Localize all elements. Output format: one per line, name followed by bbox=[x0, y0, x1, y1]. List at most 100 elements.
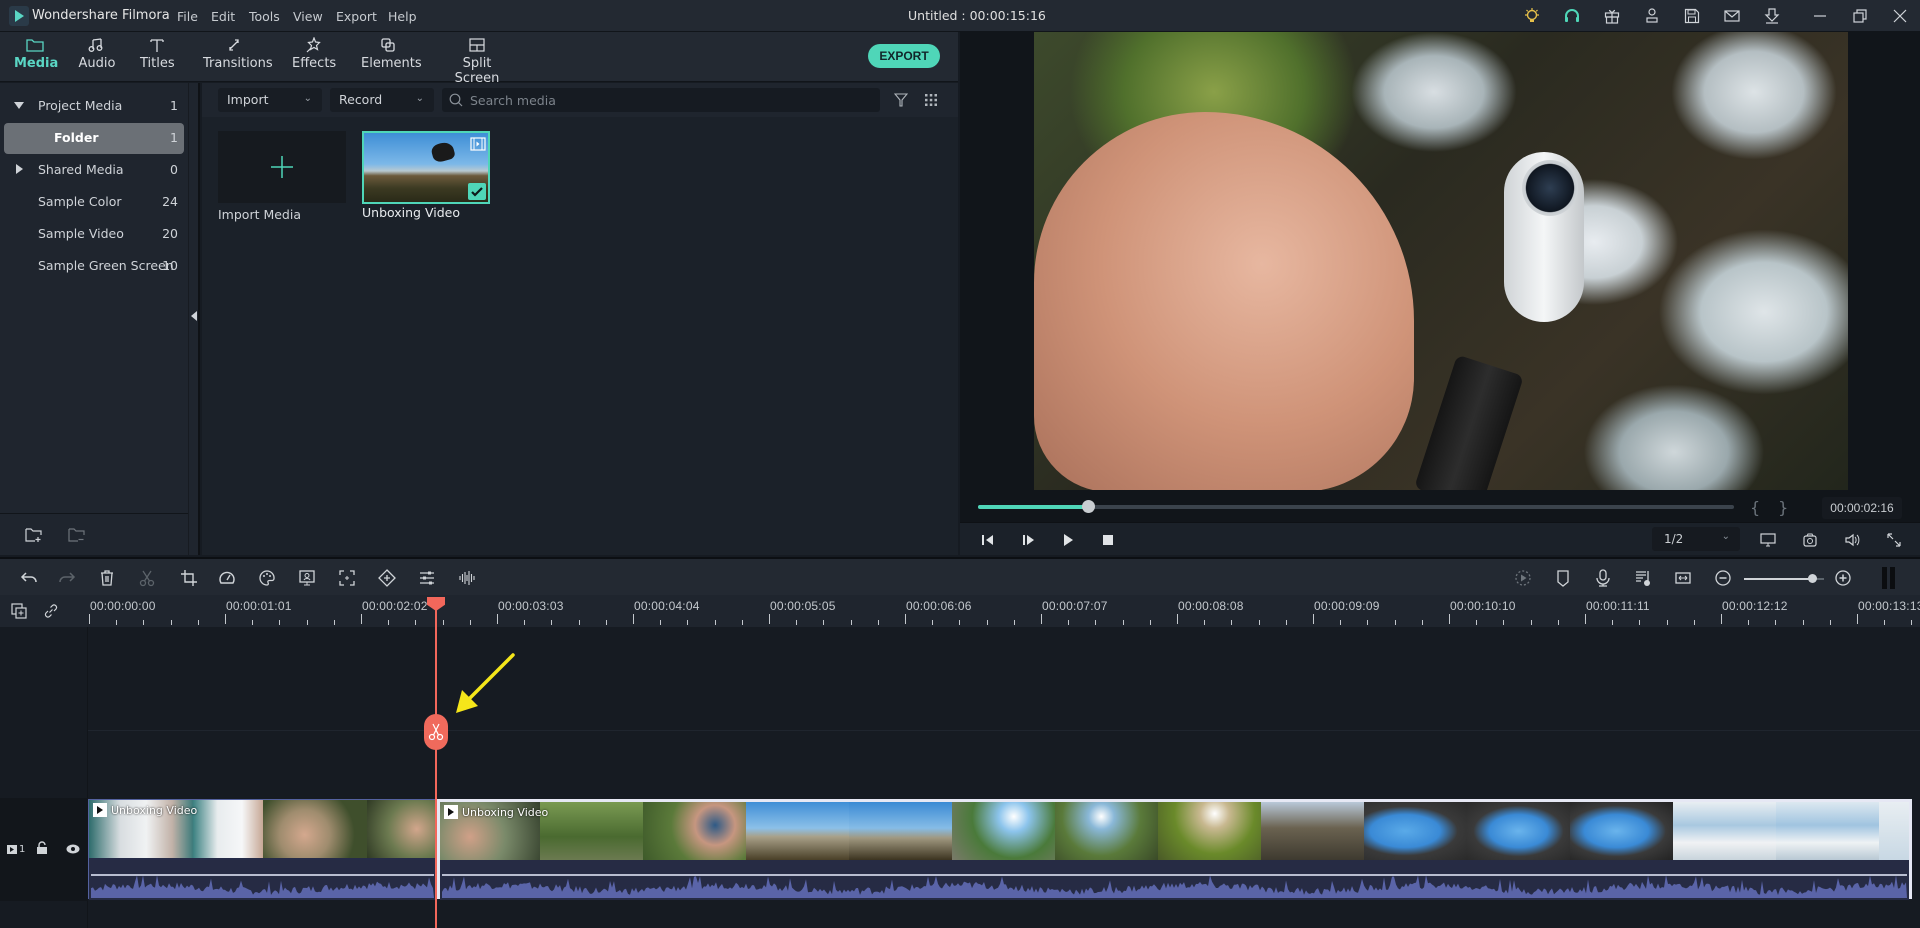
ruler-tick bbox=[279, 620, 281, 625]
menu-file[interactable]: File bbox=[177, 9, 198, 24]
support-headset-icon[interactable] bbox=[1562, 6, 1582, 26]
timeline-clip-1[interactable]: Unboxing Video bbox=[88, 799, 437, 900]
sidebar-item-project-media[interactable]: Project Media 1 bbox=[4, 91, 184, 121]
panel-divider-handle[interactable] bbox=[1882, 567, 1896, 589]
render-preview-icon[interactable] bbox=[1514, 569, 1532, 587]
playhead-line[interactable] bbox=[435, 600, 437, 928]
undo-icon[interactable] bbox=[20, 569, 38, 587]
ruler-tick bbox=[1367, 620, 1369, 625]
menu-help[interactable]: Help bbox=[388, 9, 417, 24]
gift-icon[interactable] bbox=[1602, 6, 1622, 26]
color-palette-icon[interactable] bbox=[258, 569, 276, 587]
restore-button[interactable] bbox=[1850, 6, 1870, 26]
ruler-label: 00:00:13:13 bbox=[1858, 599, 1920, 613]
crop-icon[interactable] bbox=[180, 569, 198, 587]
next-frame-icon[interactable] bbox=[1020, 532, 1036, 548]
tab-effects[interactable]: Effects bbox=[292, 36, 336, 71]
timeline-ruler[interactable]: 00:00:00:00 00:00:01:01 00:00:02:02 00:00:0… bbox=[0, 595, 1920, 627]
tab-titles[interactable]: Titles bbox=[140, 36, 175, 71]
adjust-settings-icon[interactable] bbox=[418, 569, 436, 587]
track-visibility-eye-icon[interactable] bbox=[66, 843, 80, 857]
tips-bulb-icon[interactable] bbox=[1522, 6, 1542, 26]
sidebar-item-folder[interactable]: Folder 1 bbox=[4, 123, 184, 154]
window-title: Untitled : 00:00:15:16 bbox=[908, 8, 1046, 23]
sidebar-item-sample-video[interactable]: Sample Video 20 bbox=[4, 219, 184, 249]
previous-frame-icon[interactable] bbox=[980, 532, 996, 548]
audio-waveform-icon[interactable] bbox=[458, 569, 476, 587]
delete-icon[interactable] bbox=[98, 569, 116, 587]
account-icon[interactable] bbox=[1642, 6, 1662, 26]
zoom-slider-fill bbox=[1744, 578, 1812, 580]
marker-icon[interactable] bbox=[1554, 569, 1572, 587]
folder-icon bbox=[14, 36, 56, 54]
green-screen-icon[interactable] bbox=[298, 569, 316, 587]
import-media-tile[interactable] bbox=[218, 131, 346, 203]
tab-media[interactable]: Media bbox=[14, 36, 58, 71]
play-icon[interactable] bbox=[1060, 532, 1076, 548]
delete-folder-icon[interactable] bbox=[68, 527, 86, 546]
voiceover-mic-icon[interactable] bbox=[1594, 569, 1612, 587]
track-lock-icon[interactable] bbox=[36, 841, 48, 858]
import-dropdown[interactable]: Import ⌄ bbox=[218, 88, 322, 112]
save-icon[interactable] bbox=[1682, 6, 1702, 26]
fullscreen-icon[interactable] bbox=[1886, 532, 1902, 548]
zoom-in-icon[interactable] bbox=[1834, 569, 1852, 587]
playback-progress-bar[interactable] bbox=[978, 500, 1734, 513]
display-settings-icon[interactable] bbox=[1760, 532, 1776, 548]
menu-export[interactable]: Export bbox=[336, 9, 377, 24]
media-thumbnail-unboxing-video[interactable] bbox=[362, 131, 490, 204]
mark-in-out-brackets[interactable]: {} bbox=[1750, 498, 1806, 517]
ruler-tick bbox=[1721, 614, 1722, 624]
tab-transitions[interactable]: Transitions bbox=[203, 36, 273, 71]
zoom-slider-handle[interactable] bbox=[1808, 574, 1817, 583]
snapshot-camera-icon[interactable] bbox=[1802, 532, 1818, 548]
video-preview[interactable] bbox=[1034, 32, 1848, 490]
sidebar-collapse-handle[interactable] bbox=[188, 83, 200, 555]
sidebar-item-sample-color[interactable]: Sample Color 24 bbox=[4, 187, 184, 217]
progress-handle[interactable] bbox=[1081, 500, 1095, 513]
volume-icon[interactable] bbox=[1844, 532, 1860, 548]
filter-icon[interactable] bbox=[893, 93, 909, 110]
tab-audio[interactable]: Audio bbox=[78, 36, 116, 71]
ruler-label: 00:00:00:00 bbox=[90, 599, 156, 613]
speed-icon[interactable] bbox=[218, 569, 236, 587]
add-track-icon[interactable] bbox=[11, 603, 27, 622]
sidebar-item-shared-media[interactable]: Shared Media 0 bbox=[4, 155, 184, 185]
download-icon[interactable] bbox=[1762, 6, 1782, 26]
sidebar-item-sample-green-screen[interactable]: Sample Green Screen 10 bbox=[4, 251, 184, 281]
stop-icon[interactable] bbox=[1100, 532, 1116, 548]
timeline-clip-2[interactable]: Unboxing Video bbox=[437, 799, 1912, 900]
expand-arrow-icon[interactable] bbox=[14, 102, 24, 109]
ruler-tick bbox=[823, 620, 825, 625]
grid-view-icon[interactable] bbox=[924, 93, 938, 110]
mail-icon[interactable] bbox=[1722, 6, 1742, 26]
ruler-label: 00:00:09:09 bbox=[1314, 599, 1380, 613]
tab-elements[interactable]: Elements bbox=[361, 36, 422, 71]
fit-timeline-icon[interactable] bbox=[1674, 569, 1692, 587]
audio-mixer-icon[interactable] bbox=[1634, 569, 1652, 587]
redo-icon[interactable] bbox=[58, 569, 76, 587]
zoom-out-icon[interactable] bbox=[1714, 569, 1732, 587]
stabilize-focus-icon[interactable] bbox=[338, 569, 356, 587]
tab-split-screen[interactable]: Split Screen bbox=[444, 36, 510, 86]
search-media-input[interactable]: Search media bbox=[442, 88, 880, 112]
split-scissors-icon[interactable] bbox=[138, 569, 156, 587]
timeline-zoom-slider[interactable] bbox=[1744, 574, 1824, 583]
split-at-playhead-button[interactable] bbox=[424, 714, 448, 750]
ruler-tick bbox=[1285, 620, 1287, 625]
menu-tools[interactable]: Tools bbox=[249, 9, 280, 24]
collapse-arrow-icon[interactable] bbox=[16, 164, 23, 174]
menu-view[interactable]: View bbox=[293, 9, 323, 24]
menu-edit[interactable]: Edit bbox=[211, 9, 235, 24]
link-icon[interactable] bbox=[43, 603, 59, 622]
keyframe-icon[interactable] bbox=[378, 569, 396, 587]
preview-quality-dropdown[interactable]: 1/2 ⌄ bbox=[1652, 527, 1740, 551]
minimize-button[interactable] bbox=[1810, 6, 1830, 26]
ruler-label: 00:00:03:03 bbox=[498, 599, 564, 613]
collapse-left-icon[interactable] bbox=[191, 311, 197, 321]
ruler-tick bbox=[905, 614, 906, 624]
close-button[interactable] bbox=[1890, 6, 1910, 26]
record-dropdown[interactable]: Record ⌄ bbox=[330, 88, 434, 112]
new-folder-icon[interactable] bbox=[25, 527, 43, 546]
export-button[interactable]: EXPORT bbox=[868, 44, 940, 68]
